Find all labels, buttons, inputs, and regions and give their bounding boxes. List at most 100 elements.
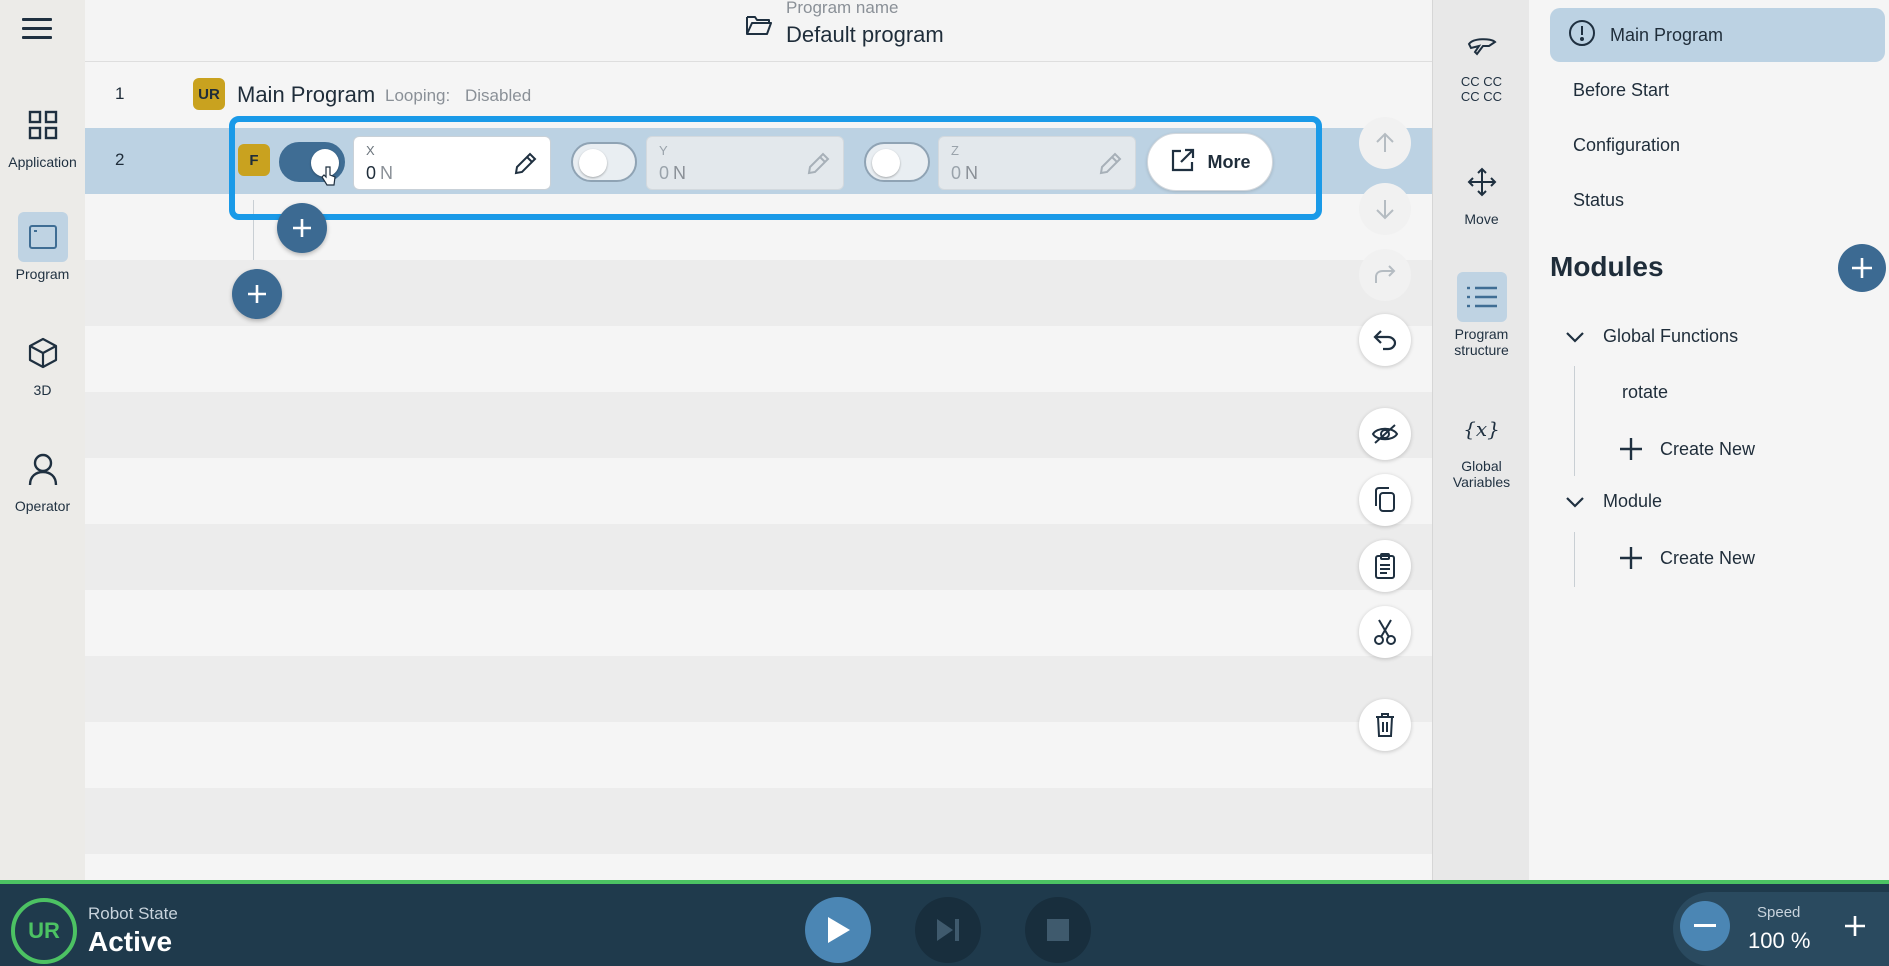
pencil-edit-icon[interactable]	[512, 151, 538, 182]
force-z-toggle[interactable]	[864, 142, 930, 182]
nav-program[interactable]: Program	[0, 212, 85, 282]
tool-tcp-label-2: CC CC	[1460, 89, 1503, 104]
hamburger-menu-icon[interactable]	[22, 14, 52, 42]
tool-move-label: Move	[1464, 211, 1499, 227]
add-node-button[interactable]	[232, 269, 282, 319]
speed-value: 100 %	[1748, 928, 1811, 953]
create-new-label: Create New	[1660, 547, 1756, 568]
row-number: 2	[115, 150, 125, 169]
program-window-icon	[17, 212, 68, 262]
force-x-label: X	[366, 143, 375, 158]
force-x-value: 0	[366, 163, 377, 183]
force-y-value: 0	[659, 163, 670, 183]
tool-global-variables-label-1: Global	[1461, 458, 1502, 474]
more-button[interactable]: More	[1147, 133, 1273, 191]
program-row-empty	[85, 458, 1432, 524]
cursor-hand-icon	[321, 165, 337, 192]
alert-circle-icon	[1568, 19, 1596, 52]
program-name-label: Program name	[786, 0, 899, 17]
looping-value: Disabled	[465, 86, 532, 105]
tool-tcp[interactable]: CC CC CC CC	[1433, 22, 1530, 104]
undo-button[interactable]	[1359, 314, 1411, 366]
redo-icon	[1375, 265, 1396, 283]
force-y-label: Y	[659, 143, 668, 158]
plus-icon	[1845, 916, 1865, 936]
group-module[interactable]: Module	[1565, 491, 1662, 512]
force-z-unit: N	[965, 163, 979, 183]
nav-3d[interactable]: 3D	[0, 328, 85, 398]
force-y-toggle[interactable]	[571, 142, 637, 182]
program-row-empty	[85, 260, 1432, 326]
program-name[interactable]: Default program	[786, 22, 944, 48]
ur-program-icon: UR	[193, 78, 225, 110]
suppress-button[interactable]	[1359, 408, 1411, 460]
nav-application-label: Application	[8, 154, 77, 170]
tool-program-structure[interactable]: Program structure	[1433, 272, 1530, 358]
tools-column: CC CC CC CC Move Program structure {x} G…	[1432, 0, 1529, 880]
program-row-empty	[85, 788, 1432, 854]
add-module-button[interactable]	[1838, 244, 1886, 292]
force-z-field[interactable]: Z 0N	[938, 136, 1136, 190]
nav-operator[interactable]: Operator	[0, 444, 85, 514]
folder-open-icon[interactable]	[745, 13, 773, 42]
force-z-label: Z	[951, 143, 959, 158]
delete-button[interactable]	[1359, 699, 1411, 751]
function-rotate[interactable]: rotate	[1622, 382, 1668, 403]
create-new-module-button[interactable]: Create New	[1618, 545, 1755, 571]
tool-tcp-label-1: CC CC	[1460, 74, 1503, 89]
looping-label: Looping:	[385, 86, 451, 105]
main-program-label: Main Program	[1610, 24, 1724, 45]
group-global-functions[interactable]: Global Functions	[1565, 326, 1738, 347]
create-new-label: Create New	[1660, 438, 1756, 459]
program-row-empty	[85, 590, 1432, 656]
move-up-button[interactable]	[1359, 117, 1411, 169]
scissors-icon	[1374, 619, 1396, 645]
add-child-node-button[interactable]	[277, 203, 327, 253]
group-global-functions-label: Global Functions	[1603, 326, 1739, 346]
nav-application[interactable]: Application	[0, 100, 85, 170]
redo-button[interactable]	[1359, 249, 1411, 301]
status-item[interactable]: Status	[1573, 190, 1624, 211]
create-new-function-button[interactable]: Create New	[1618, 436, 1755, 462]
footer-bar: UR Robot State Active Speed 100 %	[0, 880, 1889, 966]
pencil-edit-icon	[805, 151, 831, 182]
toggle-knob	[579, 149, 607, 177]
clipboard-icon	[1375, 553, 1395, 579]
main-program-item[interactable]: Main Program	[1550, 8, 1885, 62]
grid-icon	[18, 100, 68, 150]
eye-off-icon	[1371, 424, 1399, 444]
program-row-empty	[85, 392, 1432, 458]
group-module-label: Module	[1603, 491, 1663, 511]
speed-increase-button[interactable]	[1830, 901, 1880, 951]
tool-global-variables[interactable]: {x} Global Variables	[1433, 404, 1530, 490]
step-button[interactable]	[915, 897, 981, 963]
program-row-empty	[85, 722, 1432, 788]
main-program-title: Main Program	[237, 82, 376, 107]
chevron-down-icon	[1566, 496, 1584, 508]
play-button[interactable]	[805, 897, 871, 963]
program-row-empty	[85, 326, 1432, 392]
before-start-item[interactable]: Before Start	[1573, 80, 1669, 101]
speed-decrease-button[interactable]	[1680, 901, 1730, 951]
cut-button[interactable]	[1359, 606, 1411, 658]
stop-button[interactable]	[1025, 897, 1091, 963]
trash-icon	[1376, 713, 1394, 737]
tool-move[interactable]: Move	[1433, 157, 1530, 227]
force-y-field[interactable]: Y 0N	[646, 136, 844, 190]
robot-state-label: Robot State	[88, 904, 178, 923]
left-nav: Application Program 3D Operator	[0, 0, 85, 880]
tree-line	[1574, 366, 1575, 476]
tool-program-structure-label-2: structure	[1454, 342, 1509, 358]
force-x-field[interactable]: X 0N	[353, 136, 551, 190]
program-header: Program name Default program	[85, 0, 1432, 62]
tool-global-variables-label-2: Variables	[1452, 474, 1511, 490]
toggle-knob	[872, 149, 900, 177]
copy-button[interactable]	[1359, 474, 1411, 526]
plus-icon	[1620, 547, 1642, 569]
tree-line	[1574, 532, 1575, 587]
paste-button[interactable]	[1359, 540, 1411, 592]
configuration-item[interactable]: Configuration	[1573, 135, 1680, 156]
pencil-edit-icon	[1097, 151, 1123, 182]
move-down-button[interactable]	[1359, 183, 1411, 235]
program-row-empty	[85, 854, 1432, 880]
